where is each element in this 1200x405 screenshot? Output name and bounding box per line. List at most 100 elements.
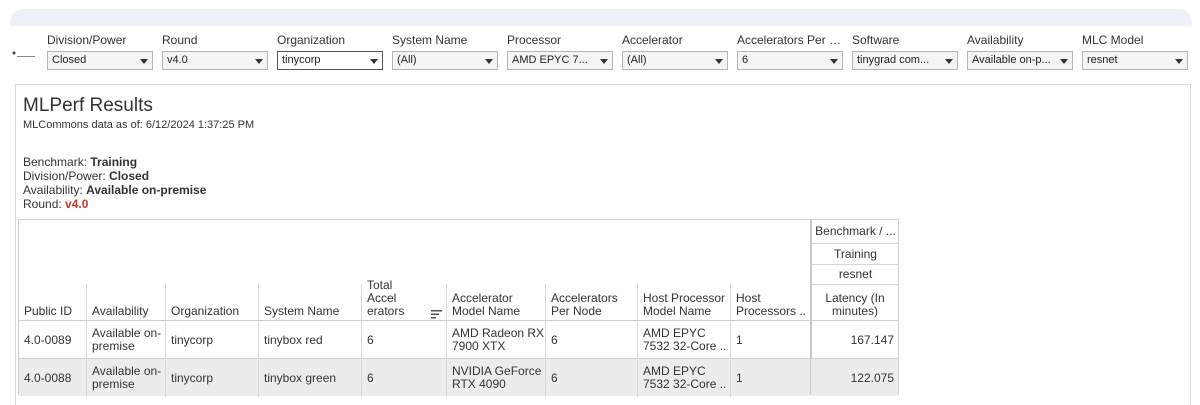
cell-latency: 122.075 xyxy=(811,358,898,396)
processor-select[interactable]: AMD EPYC 7... xyxy=(507,51,613,70)
cell-host-processors: 1 xyxy=(730,321,810,359)
select-value: Closed xyxy=(52,54,87,66)
accelerator-select[interactable]: (All) xyxy=(622,51,728,70)
round-label: Round: xyxy=(23,197,66,211)
system-name-select[interactable]: (All) xyxy=(392,51,498,70)
cell-accelerators-per-node: 6 xyxy=(545,359,637,397)
filter-division-power: Division/Power Closed xyxy=(47,33,153,70)
bench-header-cell: resnet xyxy=(812,265,899,285)
round-select[interactable]: v4.0 xyxy=(162,51,268,70)
chevron-down-icon xyxy=(370,59,378,64)
filter-label: System Name xyxy=(392,33,468,47)
chevron-down-icon xyxy=(1175,59,1183,64)
mlcommons-logo-icon xyxy=(10,50,36,60)
cell-accelerator-model: NVIDIA GeForce RTX 4090 xyxy=(446,359,545,397)
availability-info: Availability: Available on-premise xyxy=(23,183,206,197)
chevron-down-icon xyxy=(485,59,493,64)
mlc-model-select[interactable]: resnet xyxy=(1082,51,1188,70)
select-value: tinycorp xyxy=(282,54,321,66)
cell-accelerator-model: AMD Radeon RX 7900 XTX xyxy=(446,321,545,359)
cell-system-name: tinybox red xyxy=(258,321,361,359)
division-value: Closed xyxy=(109,169,150,183)
cell-host-processor: AMD EPYC 7532 32-Core .. xyxy=(637,321,730,359)
chevron-down-icon xyxy=(140,59,148,64)
filter-availability: Availability Available on-p... xyxy=(967,33,1073,70)
chevron-down-icon xyxy=(945,59,953,64)
filter-label: Processor xyxy=(507,33,562,47)
select-value: Available on-p... xyxy=(972,54,1051,66)
col-header-availability[interactable]: Availability xyxy=(86,284,165,320)
filter-label: Organization xyxy=(277,33,346,47)
benchmark-label: Benchmark: xyxy=(23,155,91,169)
cell-public-id: 4.0-0088 xyxy=(24,370,72,385)
organization-select[interactable]: tinycorp xyxy=(277,51,383,70)
filter-label: Accelerator xyxy=(622,33,683,47)
filter-label: Round xyxy=(162,33,198,47)
col-header-host-processors[interactable]: Host Processors .. xyxy=(730,284,810,320)
filter-accelerators-per-node: Accelerators Per N... 6 xyxy=(737,33,843,70)
chevron-down-icon xyxy=(715,59,723,64)
table-row[interactable]: 4.0-0088 Available on-premise tinycorp t… xyxy=(19,358,810,397)
cell-organization: tinycorp xyxy=(165,359,258,397)
chevron-down-icon xyxy=(1060,59,1068,64)
cell-organization: tinycorp xyxy=(165,321,258,359)
division-power-select[interactable]: Closed xyxy=(47,51,153,70)
select-value: tinygrad com... xyxy=(857,54,930,66)
filter-mlc-model: MLC Model resnet xyxy=(1082,33,1188,70)
cell-availability: Available on-premise xyxy=(86,321,165,359)
cell-total-accelerators: 6 xyxy=(361,359,446,397)
cell-host-processors: 1 xyxy=(730,359,810,397)
cell-availability: Available on-premise xyxy=(86,359,165,397)
chevron-down-icon xyxy=(600,59,608,64)
select-value: resnet xyxy=(1087,54,1118,66)
table-row[interactable]: 4.0-0089 Available on-premise tinycorp t… xyxy=(19,320,810,359)
benchmark-info: Benchmark: Training xyxy=(23,155,137,169)
col-header-system-name[interactable]: System Name xyxy=(258,284,361,320)
filter-label: Availability xyxy=(967,33,1024,47)
filter-round: Round v4.0 xyxy=(162,33,268,70)
cell-total-accelerators: 6 xyxy=(361,321,446,359)
select-value: (All) xyxy=(397,54,417,66)
col-header-accelerator-model[interactable]: Accelerator Model Name xyxy=(446,284,545,320)
cell-host-processor: AMD EPYC 7532 32-Core .. xyxy=(637,359,730,397)
chevron-down-icon xyxy=(830,59,838,64)
bench-header-cell[interactable]: Benchmark / ... xyxy=(812,220,899,244)
accelerators-per-node-select[interactable]: 6 xyxy=(737,51,843,70)
filter-label: MLC Model xyxy=(1082,33,1144,47)
cell-public-id: 4.0-0089 xyxy=(24,332,72,347)
col-header-public-id[interactable]: Public ID xyxy=(19,284,86,320)
round-value: v4.0 xyxy=(65,197,89,211)
data-timestamp: MLCommons data as of: 6/12/2024 1:37:25 … xyxy=(23,119,255,131)
col-header-latency[interactable]: Latency (In minutes) xyxy=(812,284,898,320)
filter-label: Software xyxy=(852,33,900,47)
benchmark-value: Training xyxy=(90,155,138,169)
select-value: (All) xyxy=(627,54,647,66)
software-select[interactable]: tinygrad com... xyxy=(852,51,958,70)
select-value: v4.0 xyxy=(167,54,188,66)
bench-header-cell: Training xyxy=(812,244,899,265)
col-header-label: Total Accel erators xyxy=(367,278,405,318)
col-header-accelerators-per-node[interactable]: Accelerators Per Node xyxy=(545,284,637,320)
cell-latency: 167.147 xyxy=(811,320,898,358)
availability-select[interactable]: Available on-p... xyxy=(967,51,1073,70)
page-title: MLPerf Results xyxy=(23,95,153,116)
division-label: Division/Power: xyxy=(23,169,110,183)
cell-system-name: tinybox green xyxy=(258,359,361,397)
filter-software: Software tinygrad com... xyxy=(852,33,958,70)
round-info: Round: v4.0 xyxy=(23,197,88,211)
filter-label: Accelerators Per N... xyxy=(737,33,843,47)
col-header-host-processor[interactable]: Host Processor Model Name xyxy=(637,284,730,320)
availability-label: Availability: xyxy=(23,183,87,197)
availability-value: Available on-premise xyxy=(86,183,207,197)
filter-system-name: System Name (All) xyxy=(392,33,498,70)
filter-organization: Organization tinycorp xyxy=(277,33,383,70)
chevron-down-icon xyxy=(255,59,263,64)
select-value: AMD EPYC 7... xyxy=(512,54,588,66)
cell-accelerators-per-node: 6 xyxy=(545,321,637,359)
col-header-organization[interactable]: Organization xyxy=(165,284,258,320)
filter-accelerator: Accelerator (All) xyxy=(622,33,728,70)
filter-label: Division/Power xyxy=(47,33,127,47)
division-info: Division/Power: Closed xyxy=(23,169,149,183)
filter-processor: Processor AMD EPYC 7... xyxy=(507,33,613,70)
select-value: 6 xyxy=(742,54,749,66)
